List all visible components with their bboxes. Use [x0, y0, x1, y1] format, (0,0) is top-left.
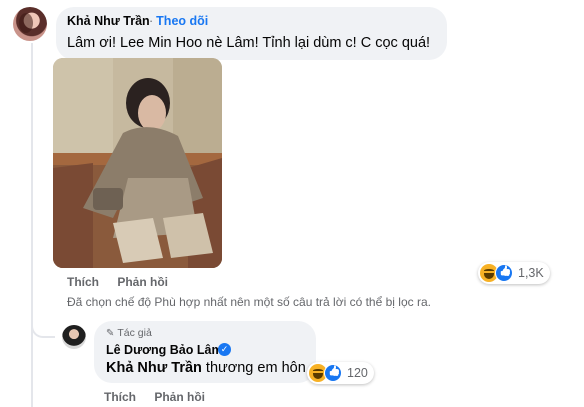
reply-author-name[interactable]: Lê Dương Bảo Lâm	[106, 343, 223, 357]
pen-icon: ✎	[106, 327, 115, 339]
comment-text: Lâm ơi! Lee Min Hoo nè Lâm! Tỉnh lại dùm…	[67, 35, 431, 51]
like-icon	[324, 364, 342, 382]
separator-dot: ·	[149, 14, 154, 28]
comment-actions: Thích Phản hồi	[67, 275, 183, 289]
follow-label[interactable]: Theo dõi	[156, 14, 208, 28]
like-button[interactable]: Thích	[67, 275, 99, 289]
mention-link[interactable]: Khả Như Trần	[106, 360, 202, 376]
reaction-count: 1,3K	[518, 266, 544, 280]
photo-illustration	[53, 58, 222, 268]
reply-button[interactable]: Phản hồi	[117, 275, 168, 289]
reaction-summary[interactable]: 1,3K	[478, 262, 550, 284]
comment-photo[interactable]	[53, 58, 222, 268]
avatar[interactable]	[13, 7, 47, 41]
reply-reply-button[interactable]: Phản hồi	[154, 390, 205, 404]
like-icon	[495, 264, 513, 282]
reply-message: thương em hôn	[201, 360, 306, 376]
follow-link[interactable]: · Theo dõi	[149, 14, 208, 28]
reply-like-button[interactable]: Thích	[104, 390, 136, 404]
thread-line	[31, 43, 33, 407]
author-badge: ✎ Tác giả	[106, 327, 152, 339]
reply-actions: Thích Phản hồi	[104, 390, 220, 404]
comment-author-name[interactable]: Khả Như Trần	[67, 14, 150, 28]
reply-reaction-summary[interactable]: 120	[307, 362, 374, 384]
filter-notice: Đã chọn chế độ Phù hợp nhất nên một số c…	[67, 295, 431, 309]
reply-avatar[interactable]	[62, 325, 86, 349]
author-badge-label: Tác giả	[117, 327, 152, 339]
reply-text: Khả Như Trần thương em hôn	[106, 360, 306, 376]
thread-branch	[31, 318, 55, 338]
reply-reaction-count: 120	[347, 366, 368, 380]
verified-badge-icon: ✓	[218, 343, 231, 356]
